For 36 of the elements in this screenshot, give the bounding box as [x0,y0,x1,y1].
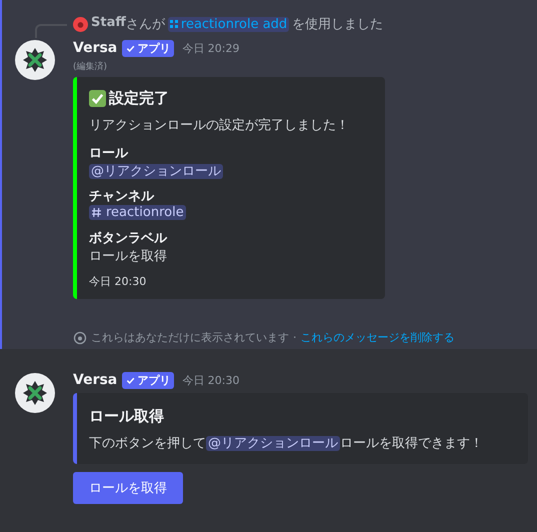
check-box-icon [89,90,106,107]
timestamp: 今日 20:29 [182,40,240,56]
role-mention[interactable]: @リアクションロール [206,436,340,451]
app-badge: アプリ [122,40,174,56]
user-avatar-icon [73,16,88,32]
bot-avatar-icon[interactable] [15,40,55,80]
author-name[interactable]: Versa [73,40,118,56]
embed-title: ロール取得 [89,407,165,426]
separator-dot: · [293,331,296,344]
delete-messages-link[interactable]: これらのメッセージを削除する [300,330,454,345]
embed-footer: 今日 20:30 [89,274,371,289]
field-name: チャンネル [89,188,156,205]
reply-username[interactable]: Staff [91,15,126,33]
notice-text: これらはあなただけに表示されています [91,330,289,345]
get-role-button[interactable]: ロールを取得 [73,472,183,504]
command-mention[interactable]: reactionrole add [168,16,290,32]
field-name: ロール [89,145,130,162]
reply-text: を使用しました [292,16,384,33]
edited-label: (編集済) [73,60,108,73]
timestamp: 今日 20:30 [182,372,240,388]
command-icon [170,20,178,28]
role-mention[interactable]: @リアクションロール [89,164,223,179]
app-badge: アプリ [122,372,174,388]
check-icon [126,376,136,384]
check-icon [126,44,136,52]
bot-avatar-icon[interactable] [15,373,55,413]
field-value: ロールを取得 [89,248,167,265]
author-name[interactable]: Versa [73,372,118,388]
embed-description: 下のボタンを押して@リアクションロール ロールを取得できます！ [89,435,484,452]
channel-mention[interactable]: reactionrole [89,205,186,220]
reply-text: さんが [126,17,165,33]
field-name: ボタンラベル [89,230,168,247]
embed-title: 設定完了 [109,89,169,108]
embed-description: リアクションロールの設定が完了しました！ [89,117,350,134]
hash-icon [91,207,102,218]
eye-icon [73,330,87,344]
